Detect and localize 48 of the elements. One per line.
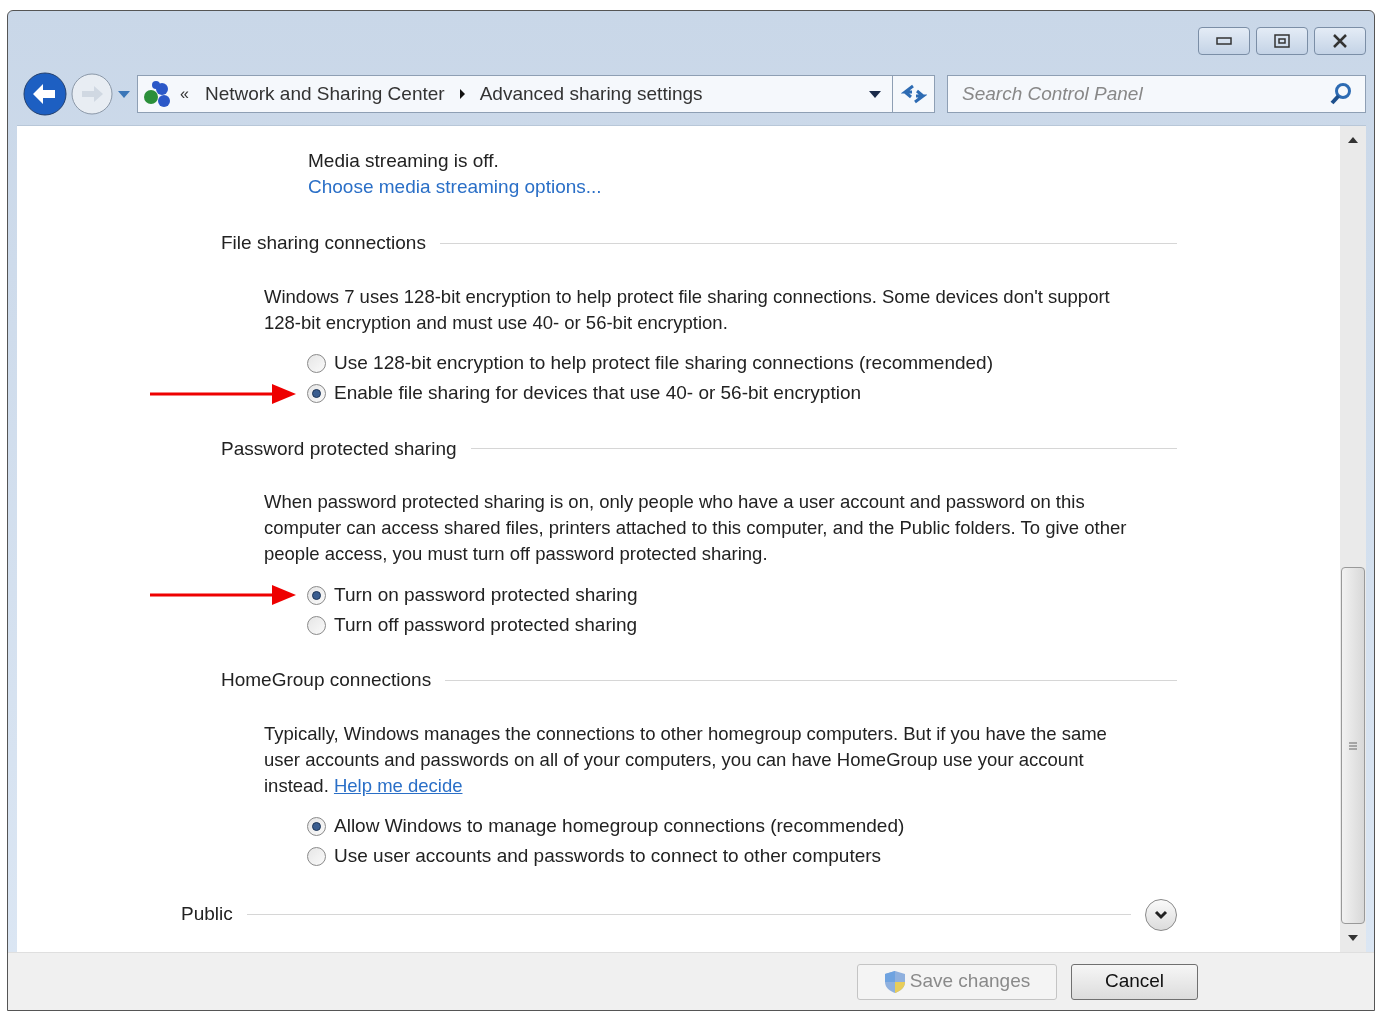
cancel-button[interactable]: Cancel [1071, 963, 1198, 1000]
scroll-down-icon[interactable] [1347, 934, 1359, 942]
section-title: Public [181, 902, 233, 927]
media-streaming-status: Media streaming is off. [308, 149, 499, 173]
breadcrumb[interactable]: Network and Sharing Center [204, 79, 445, 109]
refresh-icon[interactable] [900, 83, 927, 105]
scroll-thumb[interactable] [1341, 567, 1365, 924]
radio-option[interactable]: Use user accounts and passwords to connect to other computers [307, 842, 882, 871]
radio-button[interactable] [307, 817, 326, 836]
radio-button[interactable] [307, 354, 326, 373]
radio-option[interactable]: Turn on password protected sharing [307, 580, 638, 610]
scrollbar[interactable] [1340, 126, 1366, 952]
media-streaming-link[interactable]: Choose media streaming options... [308, 174, 602, 200]
section-description: Typically, Windows manages the connections to other homegroup computers. But if you have the same user accounts and passwords on all of your computers, you can have HomeGroup use your account instead. Help me decide [264, 721, 1108, 798]
breadcrumb-arrow-icon[interactable] [458, 88, 466, 100]
history-dropdown-icon[interactable] [868, 89, 882, 99]
radio-option[interactable]: Allow Windows to manage homegroup connections (recommended) [307, 812, 905, 841]
network-icon [142, 80, 172, 108]
section-description: Windows 7 uses 128-bit encryption to help protect file sharing connections. Some devices don't support 128-bit encryption and must use 40- or 56-bit encryption. [264, 284, 1111, 335]
maximize-button[interactable] [1256, 27, 1308, 55]
address-bar[interactable]: « Network and Sharing Center Advanced sharing settings [137, 75, 935, 113]
search-field[interactable]: Search Control Panel [947, 75, 1366, 113]
section-description: When password protected sharing is on, only people who have a user account and password on this computer can access shared files, printers attached to this computer, and the Public folders. To give other people access, you must turn off password protected sharing. [264, 490, 1128, 566]
section-title: HomeGroup connections [221, 668, 432, 692]
back-icon[interactable] [23, 72, 67, 116]
minimize-button[interactable] [1198, 27, 1250, 55]
address-overflow[interactable]: « [180, 82, 189, 106]
close-icon [1332, 34, 1348, 48]
radio-button[interactable] [307, 384, 326, 403]
section-title: Password protected sharing [221, 436, 457, 461]
section-title: File sharing connections [221, 231, 426, 255]
radio-button[interactable] [307, 585, 326, 605]
radio-option[interactable]: Enable file sharing for devices that use 40- or 56-bit encryption [307, 379, 862, 408]
scroll-up-icon[interactable] [1347, 136, 1359, 144]
chevron-down-icon [1154, 909, 1168, 920]
dropdown-icon[interactable] [117, 89, 131, 99]
help-link[interactable]: Help me decide [333, 774, 463, 796]
maximize-icon [1274, 34, 1290, 48]
radio-button[interactable] [307, 615, 326, 635]
radio-option[interactable]: Turn off password protected sharing [307, 610, 638, 640]
close-button[interactable] [1314, 27, 1366, 55]
expand-button[interactable] [1145, 898, 1177, 931]
minimize-icon [1216, 37, 1232, 45]
breadcrumb[interactable]: Advanced sharing settings [479, 79, 703, 109]
radio-button[interactable] [307, 847, 326, 866]
shield-icon [883, 969, 906, 994]
search-icon[interactable] [1330, 82, 1352, 106]
radio-option[interactable]: Use 128-bit encryption to help protect file sharing connections (recommended) [307, 349, 994, 378]
